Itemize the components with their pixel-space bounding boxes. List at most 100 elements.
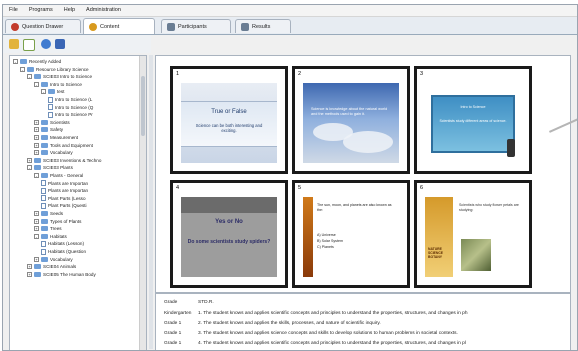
tree-item-folder[interactable]: + Trees — [34, 225, 62, 232]
collapse-icon[interactable]: - — [20, 66, 25, 72]
folder-icon — [34, 264, 41, 270]
tab-results[interactable]: Results — [235, 19, 291, 33]
tree-item-folder[interactable]: + Tools and Equipment — [34, 142, 93, 149]
tree-item-folder[interactable]: + SCIE05 The Human Body — [27, 271, 96, 278]
document-icon — [41, 180, 46, 187]
expand-icon[interactable]: + — [34, 119, 39, 125]
tree-item-document[interactable]: Plants are Importan — [41, 180, 88, 187]
tree-item-document[interactable]: Plant Parts (Lesso — [41, 195, 86, 202]
expand-icon[interactable]: + — [34, 211, 39, 216]
slide-option: B) Solar System — [317, 239, 343, 243]
collapse-icon[interactable]: - — [34, 233, 39, 239]
tab-strip: Question Drawer Content Participants Res… — [3, 17, 577, 35]
tree-item-document[interactable]: Intro to Science (L — [48, 96, 92, 103]
tree-item-folder[interactable]: - SCIE03 Plants — [27, 164, 73, 171]
new-document-icon[interactable] — [23, 39, 35, 51]
expand-icon[interactable]: + — [34, 226, 39, 232]
slide-body: Science can be both interesting and exci… — [195, 123, 263, 133]
standards-grade-header: Grade — [164, 300, 178, 305]
tree-item-folder[interactable]: - Resource Library Science — [20, 66, 89, 73]
collapse-icon[interactable]: - — [34, 81, 39, 87]
tree-item-folder[interactable]: + Measurement — [34, 134, 78, 141]
slide-card[interactable]: 4 Yes or No Do some scientists study spi… — [170, 180, 288, 288]
slide-card[interactable]: 1 True or False Science can be both inte… — [170, 66, 288, 174]
tree-item-folder[interactable]: - Recently Added — [13, 58, 61, 65]
slide-thumbnail: The sun, moon, and planets are also know… — [303, 197, 399, 277]
slide-number: 1 — [176, 71, 180, 77]
tree-item-folder[interactable]: + Vocabulary — [34, 256, 73, 263]
standards-row[interactable]: Grade 1 4. The student knows and applies … — [164, 341, 466, 346]
expand-icon[interactable]: + — [27, 157, 32, 163]
menu-file[interactable]: File — [3, 5, 23, 13]
tab-question-drawer[interactable]: Question Drawer — [5, 19, 81, 33]
menu-help[interactable]: Help — [58, 5, 80, 13]
tree-item-label: Habitats (Question — [48, 249, 87, 254]
tree-item-folder[interactable]: + Seeds — [34, 210, 63, 217]
slide-card[interactable]: 3 Intro to Science Scientists study diff… — [414, 66, 532, 174]
tree-item-folder[interactable]: + SCIE04 Animals — [27, 263, 76, 270]
slide-card[interactable]: 5 The sun, moon, and planets are also kn… — [292, 180, 410, 288]
browse-icon[interactable] — [41, 39, 51, 49]
tree-scrollbar-thumb[interactable] — [141, 76, 145, 136]
expand-icon[interactable]: + — [34, 135, 39, 140]
tree-scrollbar[interactable] — [139, 56, 146, 350]
view-icon[interactable] — [55, 39, 65, 49]
tree-item-folder[interactable]: + Types of Plants — [34, 218, 81, 225]
expand-icon[interactable]: + — [27, 271, 32, 277]
standards-row[interactable]: Grade 1 3. The student knows and applies … — [164, 331, 458, 336]
document-icon — [41, 240, 46, 247]
expand-icon[interactable]: + — [34, 218, 39, 224]
menu-programs[interactable]: Programs — [23, 5, 58, 13]
flower-photo — [461, 239, 491, 271]
tree-item-folder[interactable]: + SCIE03 Inventions & Techno — [27, 157, 101, 164]
tree-item-label: Plant Parts (Lesso — [48, 195, 86, 201]
document-icon — [41, 187, 46, 194]
standards-std-header: STD.R. — [198, 300, 214, 305]
tab-content[interactable]: Content — [83, 18, 155, 34]
document-icon — [48, 96, 53, 103]
open-folder-icon[interactable] — [9, 39, 19, 49]
collapse-icon[interactable]: - — [13, 59, 18, 64]
tab-label: Question Drawer — [22, 23, 64, 30]
expand-icon[interactable]: + — [34, 127, 39, 133]
collapse-icon[interactable]: - — [34, 173, 39, 178]
tree-item-label: Types of Plants — [50, 218, 82, 224]
collapse-icon[interactable]: - — [27, 74, 32, 80]
document-icon — [41, 195, 46, 202]
tree-item-document[interactable]: Habitats (Lesson) — [41, 240, 84, 247]
collapse-icon[interactable]: - — [27, 165, 32, 171]
standards-row[interactable]: Grade 1 2. The student knows and applies … — [164, 321, 381, 326]
tree-item-document[interactable]: Intro to Science (Q — [48, 104, 93, 111]
expand-icon[interactable]: + — [34, 142, 39, 148]
tree-item-folder[interactable]: + Safety — [34, 126, 63, 133]
slide-card[interactable]: 2 Science is knowledge about the natural… — [292, 66, 410, 174]
expand-icon[interactable]: + — [27, 264, 32, 270]
folder-icon — [41, 211, 48, 216]
tree-item-label: Recently Added — [29, 59, 62, 64]
tree-item-folder[interactable]: + Scientists — [34, 119, 70, 126]
standards-grade: Kindergarten — [164, 311, 192, 316]
tree-item-folder[interactable]: - test — [41, 88, 64, 95]
standards-text: 2. The student knows and applies the ski… — [198, 321, 381, 326]
tree-item-document[interactable]: Habitats (Question — [41, 248, 86, 255]
tree-item-label: Habitats (Lesson) — [48, 241, 85, 247]
tree-item-folder[interactable]: - SCIE03 Intro to Science — [27, 73, 92, 80]
question-drawer-icon — [11, 22, 19, 31]
collapse-icon[interactable]: - — [41, 89, 46, 95]
slide-card[interactable]: 6 NATURE SCIENCE BOTANY Scientists who s… — [414, 180, 532, 288]
tab-label: Content — [100, 23, 120, 30]
tree-item-folder[interactable]: + Vocabulary — [34, 149, 73, 156]
tree-item-document[interactable]: Plant Parts (Questi — [41, 202, 87, 209]
tree-item-document[interactable]: Plants are Importan — [41, 187, 88, 194]
expand-icon[interactable]: + — [34, 256, 39, 262]
standards-row[interactable]: Kindergarten 1. The student knows and app… — [164, 311, 468, 316]
tree-item-folder[interactable]: - Plants - General — [34, 172, 83, 179]
tree-item-document[interactable]: Intro to Science Pr — [48, 111, 93, 118]
menu-administration[interactable]: Administration — [80, 5, 126, 13]
tab-participants[interactable]: Participants — [161, 19, 231, 33]
expand-icon[interactable]: + — [34, 150, 39, 156]
pane-splitter[interactable] — [149, 55, 153, 349]
tree-item-folder[interactable]: - Habitats — [34, 233, 67, 240]
tree-item-label: Scientists — [50, 119, 70, 125]
tree-item-folder[interactable]: - Intro to Science — [34, 81, 82, 88]
